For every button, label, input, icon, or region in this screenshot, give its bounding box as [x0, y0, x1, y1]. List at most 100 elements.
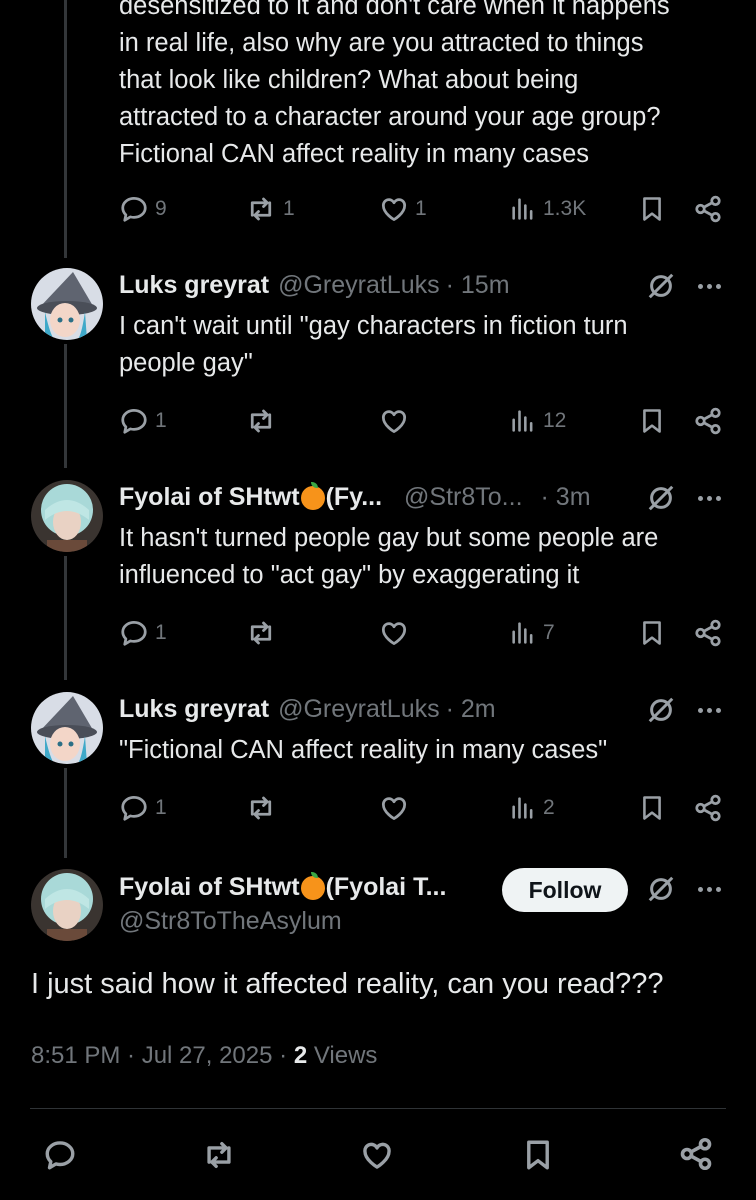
bookmark-icon	[638, 618, 666, 648]
views-count: 2	[293, 1042, 308, 1069]
thread-line	[64, 344, 67, 468]
main-tweet-handle-row: @Str8ToTheAsylum	[119, 904, 342, 938]
bookmark-button[interactable]	[638, 788, 666, 828]
repost-button[interactable]: 1	[245, 189, 295, 229]
repost-button[interactable]	[245, 401, 277, 441]
like-icon[interactable]	[359, 1138, 395, 1172]
grok-icon[interactable]	[646, 483, 676, 513]
thread-line	[64, 556, 67, 680]
thread-line	[64, 0, 67, 258]
bookmark-button[interactable]	[638, 401, 666, 441]
avatar-image	[31, 480, 103, 552]
reply-button[interactable]: 1	[119, 401, 167, 441]
main-tweet-text: I just said how it affected reality, can…	[31, 968, 664, 1000]
orange-emoji-icon	[300, 481, 325, 510]
like-icon	[379, 618, 409, 648]
share-icon	[693, 618, 723, 648]
views-label: Views	[307, 1042, 378, 1069]
like-button[interactable]	[379, 788, 409, 828]
share-icon	[693, 194, 723, 224]
reply-icon	[119, 618, 149, 648]
share-button[interactable]	[693, 613, 723, 653]
more-icon[interactable]	[695, 483, 723, 513]
prev-tweet-text: desensitized to it and don't care when i…	[119, 0, 670, 168]
timestamp[interactable]: · 2m	[446, 695, 496, 724]
share-icon	[693, 793, 723, 823]
bookmark-icon	[638, 406, 666, 436]
share-button[interactable]	[693, 189, 723, 229]
avatar[interactable]	[31, 869, 103, 941]
prev-tweet-actions: 9 1 1 1.3K	[119, 189, 729, 229]
repost-icon[interactable]	[200, 1138, 238, 1172]
avatar-image	[31, 869, 103, 941]
timestamp[interactable]: · 3m	[541, 483, 591, 512]
reply-text: It hasn't turned people gay but some peo…	[119, 524, 659, 589]
reply-text: "Fictional CAN affect reality in many ca…	[119, 736, 608, 764]
repost-button[interactable]	[245, 788, 277, 828]
handle[interactable]: @GreyratLuks	[278, 695, 440, 724]
reply-button[interactable]: 9	[119, 189, 167, 229]
bookmark-button[interactable]	[638, 189, 666, 229]
reply-header: Luks greyrat @GreyratLuks · 2m	[119, 692, 496, 726]
repost-icon	[245, 194, 277, 224]
views-button[interactable]: 1.3K	[509, 189, 586, 229]
bookmark-icon[interactable]	[521, 1138, 555, 1172]
reply-header: Luks greyrat @GreyratLuks · 15m	[119, 268, 510, 302]
repost-button[interactable]	[245, 613, 277, 653]
bookmark-button[interactable]	[638, 613, 666, 653]
views-icon	[509, 793, 537, 823]
display-name[interactable]: Luks greyrat	[119, 695, 269, 724]
views-button[interactable]: 7	[509, 613, 555, 653]
share-button[interactable]	[693, 401, 723, 441]
views-button[interactable]: 2	[509, 788, 555, 828]
main-tweet-header: Fyolai of SHtwt (Fyolai T...	[119, 870, 446, 904]
avatar-image	[31, 692, 103, 764]
views-icon	[509, 194, 537, 224]
divider	[30, 1108, 726, 1109]
display-name[interactable]: Fyolai of SHtwt (Fyolai T...	[119, 871, 446, 902]
share-icon[interactable]	[678, 1136, 714, 1172]
reply-icon	[119, 406, 149, 436]
like-icon	[379, 406, 409, 436]
reply-icon[interactable]	[42, 1138, 78, 1172]
share-button[interactable]	[693, 788, 723, 828]
views-button[interactable]: 12	[509, 401, 566, 441]
more-icon[interactable]	[695, 695, 723, 725]
grok-icon[interactable]	[646, 271, 676, 301]
avatar[interactable]	[31, 268, 103, 340]
bookmark-icon	[638, 194, 666, 224]
thread-line	[64, 768, 67, 858]
grok-icon[interactable]	[646, 874, 676, 904]
repost-icon	[245, 793, 277, 823]
like-button[interactable]	[379, 613, 409, 653]
more-icon[interactable]	[695, 874, 723, 904]
reply-button[interactable]: 1	[119, 613, 167, 653]
repost-icon	[245, 618, 277, 648]
repost-icon	[245, 406, 277, 436]
views-icon	[509, 618, 537, 648]
bookmark-icon	[638, 793, 666, 823]
reply-icon	[119, 194, 149, 224]
handle[interactable]: @Str8To...	[404, 483, 522, 512]
tweet-meta: 8:51 PM · Jul 27, 2025 · 2 Views	[31, 1042, 377, 1070]
avatar[interactable]	[31, 480, 103, 552]
reply-actions: 1 2	[119, 788, 729, 828]
display-name[interactable]: Fyolai of SHtwt (Fy...	[119, 481, 382, 512]
avatar[interactable]	[31, 692, 103, 764]
avatar-image	[31, 268, 103, 340]
share-icon	[693, 406, 723, 436]
like-button[interactable]	[379, 401, 409, 441]
like-button[interactable]: 1	[379, 189, 427, 229]
more-icon[interactable]	[695, 271, 723, 301]
timestamp[interactable]: · 15m	[446, 271, 510, 300]
follow-button[interactable]: Follow	[502, 868, 628, 912]
grok-icon[interactable]	[646, 695, 676, 725]
reply-text: I can't wait until "gay characters in fi…	[119, 312, 628, 377]
handle[interactable]: @Str8ToTheAsylum	[119, 907, 342, 936]
handle[interactable]: @GreyratLuks	[278, 271, 440, 300]
reply-button[interactable]: 1	[119, 788, 167, 828]
display-name[interactable]: Luks greyrat	[119, 271, 269, 300]
tweet-timestamp[interactable]: 8:51 PM · Jul 27, 2025 ·	[31, 1042, 294, 1069]
views-icon	[509, 406, 537, 436]
like-icon	[379, 194, 409, 224]
